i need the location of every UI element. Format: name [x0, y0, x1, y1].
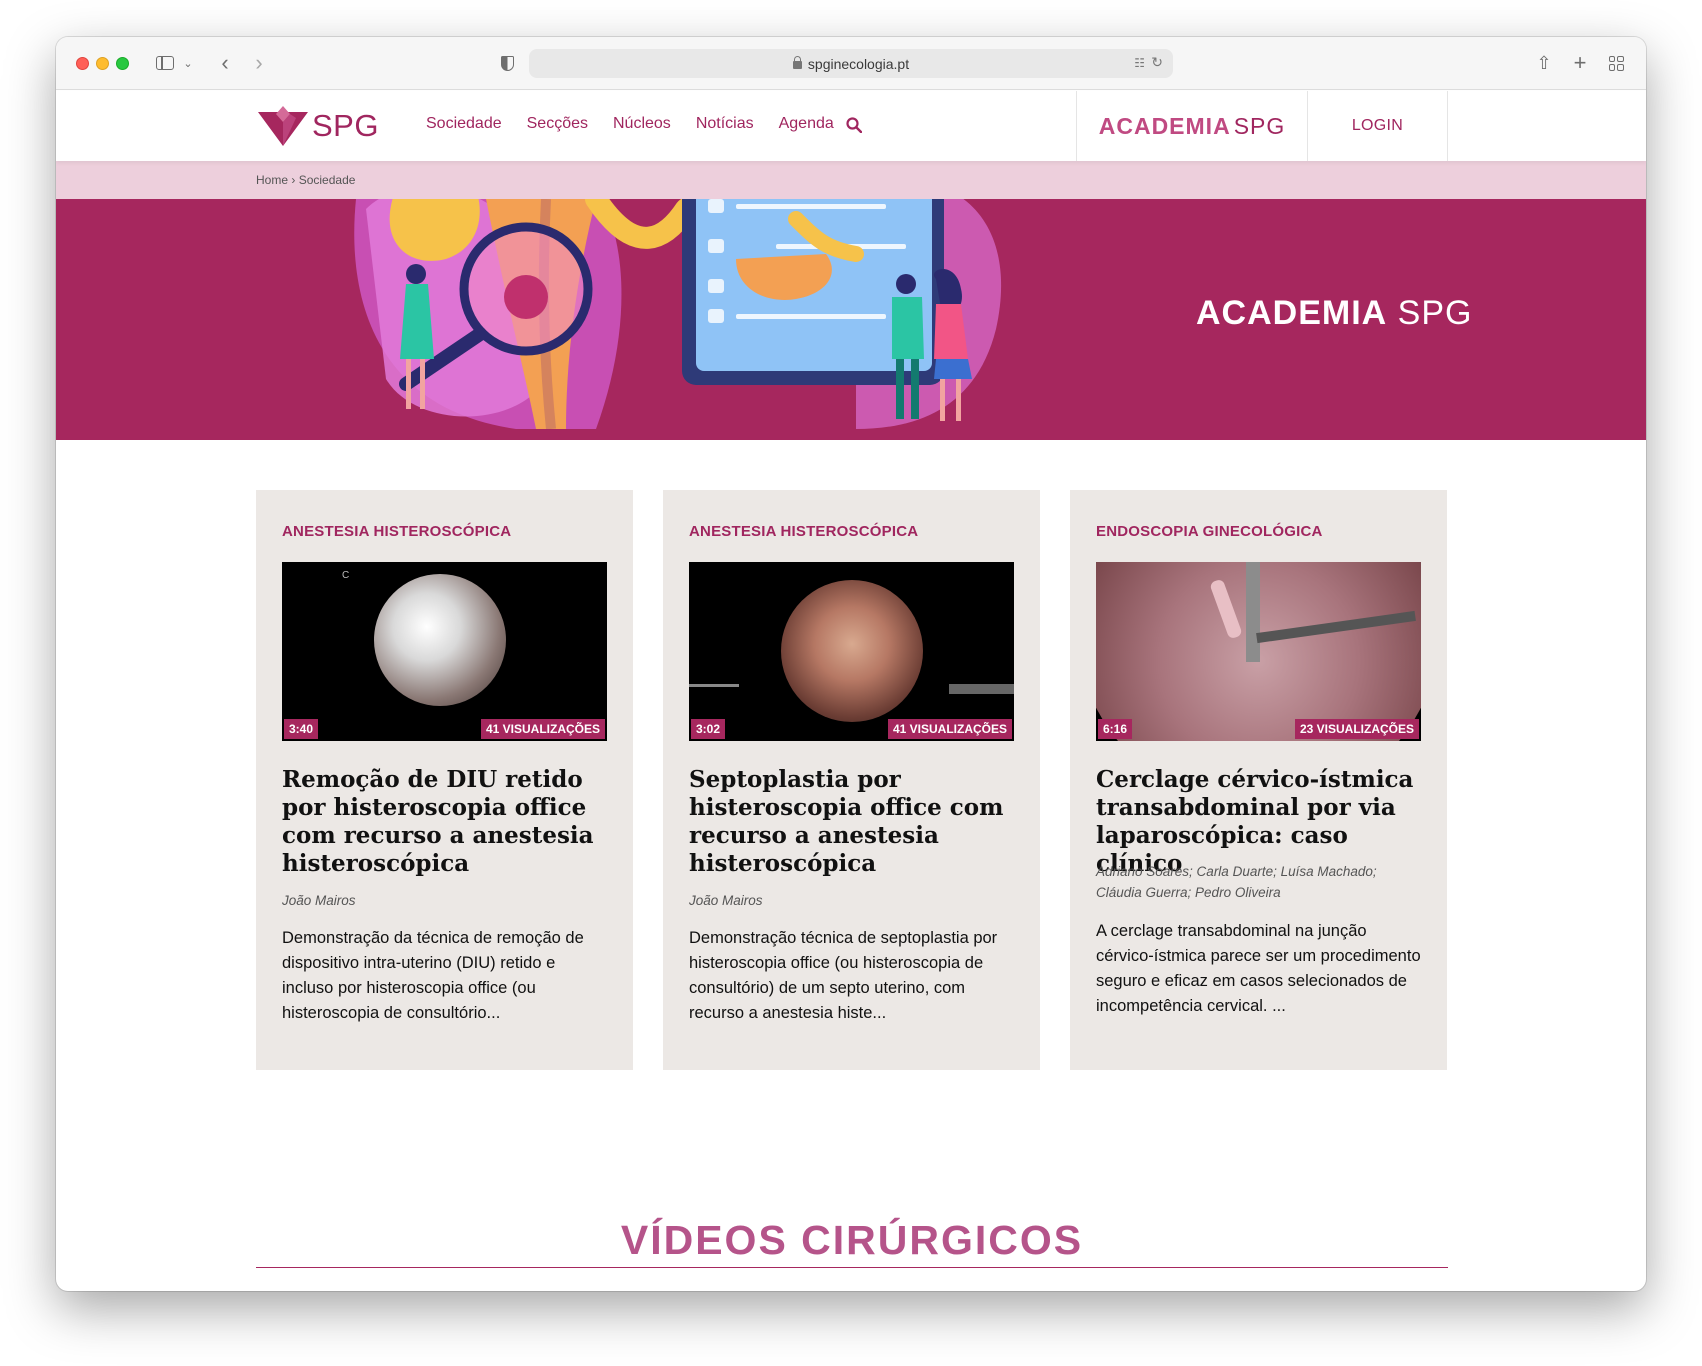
section-divider [256, 1267, 1448, 1268]
video-cards: ANESTESIA HISTEROSCÓPICA C 3:40 41 VISUA… [256, 490, 1448, 1070]
video-thumbnail[interactable]: C 3:40 41 VISUALIZAÇÕES [282, 562, 607, 741]
breadcrumb: Home › Sociedade [56, 161, 1646, 199]
video-card[interactable]: ANESTESIA HISTEROSCÓPICA C 3:40 41 VISUA… [256, 490, 633, 1070]
video-thumbnail[interactable]: 6:16 23 VISUALIZAÇÕES [1096, 562, 1421, 741]
login-button[interactable]: LOGIN [1308, 91, 1448, 161]
video-thumbnail[interactable]: 3:02 41 VISUALIZAÇÕES [689, 562, 1014, 741]
hero-title-academia: ACADEMIA [1196, 294, 1388, 332]
browser-window: ⌄ ‹ › spginecologia.pt ☷ ↻ ⇧ + SPG Socie… [56, 37, 1646, 1291]
card-title[interactable]: Septoplastia por histeroscopia office co… [689, 766, 1014, 878]
views-badge: 41 VISUALIZAÇÕES [887, 719, 1012, 739]
section-title: VÍDEOS CIRÚRGICOS [620, 1217, 1084, 1263]
nav-item-sociedade[interactable]: Sociedade [426, 115, 502, 133]
breadcrumb-home-link[interactable]: Home [256, 173, 288, 187]
close-window-button[interactable] [76, 57, 89, 70]
hero-illustration [354, 199, 1002, 430]
card-category[interactable]: ENDOSCOPIA GINECOLÓGICA [1096, 523, 1323, 540]
nav-item-nucleos[interactable]: Núcleos [613, 115, 671, 133]
card-description: Demonstração técnica de septoplastia por… [689, 929, 998, 1022]
reload-icon[interactable]: ↻ [1151, 54, 1163, 71]
lock-icon [792, 55, 802, 69]
new-tab-icon[interactable]: + [1570, 50, 1590, 75]
hero-banner: ACADEMIA SPG [56, 199, 1646, 440]
nav-item-agenda[interactable]: Agenda [779, 115, 834, 133]
card-title[interactable]: Remoção de DIU retido por histeroscopia … [282, 766, 607, 878]
forward-arrow-icon[interactable]: › [248, 50, 270, 75]
nav-item-noticias[interactable]: Notícias [696, 115, 754, 133]
chevron-down-icon[interactable]: ⌄ [182, 51, 194, 75]
duration-badge: 6:16 [1098, 719, 1133, 739]
duration-badge: 3:02 [691, 719, 726, 739]
breadcrumb-separator: › [291, 173, 296, 187]
translate-icon[interactable]: ☷ [1134, 56, 1145, 70]
nav-item-seccoes[interactable]: Secções [527, 115, 588, 133]
card-category[interactable]: ANESTESIA HISTEROSCÓPICA [689, 523, 918, 540]
privacy-shield-icon[interactable] [496, 51, 518, 75]
academia-label: ACADEMIA [1098, 112, 1231, 139]
address-bar[interactable]: spginecologia.pt ☷ ↻ [529, 49, 1173, 78]
main-nav: Sociedade Secções Núcleos Notícias Agend… [426, 115, 834, 133]
card-author: Adriano Soares; Carla Duarte; Luísa Mach… [1096, 864, 1377, 900]
card-category[interactable]: ANESTESIA HISTEROSCÓPICA [282, 523, 511, 540]
hero-title: ACADEMIA SPG [1196, 294, 1472, 333]
video-card[interactable]: ANESTESIA HISTEROSCÓPICA 3:02 41 VISUALI… [663, 490, 1040, 1070]
academia-spg-label: SPG [1233, 112, 1286, 139]
views-badge: 41 VISUALIZAÇÕES [480, 719, 605, 739]
hero-title-spg: SPG [1397, 294, 1473, 332]
card-author: João Mairos [282, 893, 356, 908]
site-header: SPG Sociedade Secções Núcleos Notícias A… [56, 91, 1646, 161]
share-icon[interactable]: ⇧ [1534, 51, 1554, 75]
video-card[interactable]: ENDOSCOPIA GINECOLÓGICA 6:16 23 VISUALIZ… [1070, 490, 1447, 1070]
spg-logo[interactable]: SPG [256, 104, 379, 148]
back-arrow-icon[interactable]: ‹ [214, 50, 236, 75]
card-description: Demonstração da técnica de remoção de di… [282, 929, 584, 1022]
zoom-window-button[interactable] [116, 57, 129, 70]
academia-spg-link[interactable]: ACADEMIA SPG [1076, 91, 1308, 161]
minimize-window-button[interactable] [96, 57, 109, 70]
views-badge: 23 VISUALIZAÇÕES [1294, 719, 1419, 739]
card-description: A cerclage transabdominal na junção cérv… [1096, 922, 1421, 1015]
card-author: João Mairos [689, 893, 763, 908]
browser-toolbar: ⌄ ‹ › spginecologia.pt ☷ ↻ ⇧ + [56, 37, 1646, 90]
url-text: spginecologia.pt [807, 55, 910, 72]
breadcrumb-current: Sociedade [298, 173, 356, 187]
logo-text: SPG [312, 108, 379, 143]
sidebar-toggle-icon[interactable] [154, 51, 176, 75]
tab-overview-icon[interactable] [1606, 51, 1626, 75]
duration-badge: 3:40 [284, 719, 319, 739]
search-icon[interactable] [846, 117, 862, 133]
spg-logo-mark-icon [258, 106, 308, 146]
